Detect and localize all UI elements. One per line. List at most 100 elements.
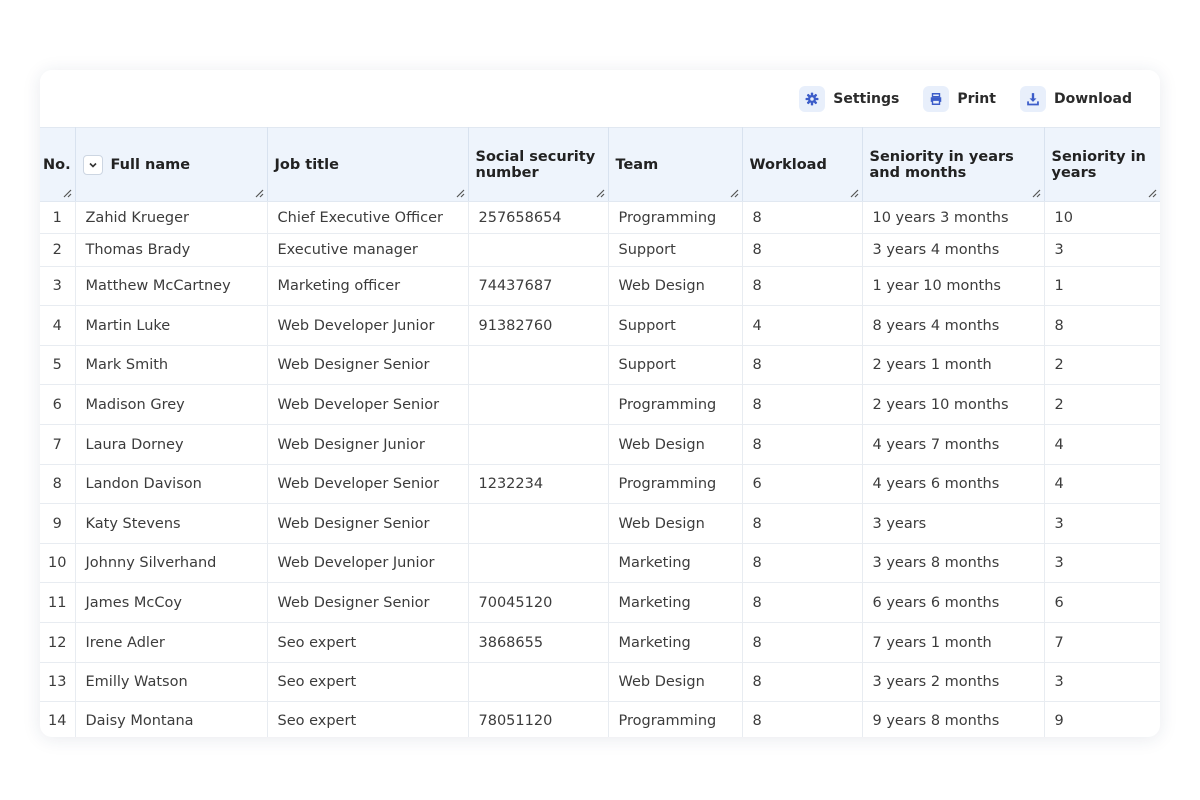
cell-seniority-years[interactable]: 10 — [1044, 201, 1160, 234]
cell-job-title[interactable]: Marketing officer — [267, 266, 469, 306]
cell-workload[interactable]: 8 — [742, 201, 863, 234]
cell-full-name[interactable]: Madison Grey — [75, 384, 268, 425]
table-row[interactable]: 2 Thomas Brady Executive manager Support 8 3 … — [40, 233, 1160, 267]
cell-job-title[interactable]: Web Designer Senior — [267, 503, 469, 544]
cell-seniority-years[interactable]: 2 — [1044, 345, 1160, 385]
cell-full-name[interactable]: Mark Smith — [75, 345, 268, 385]
cell-job-title[interactable]: Web Developer Junior — [267, 543, 469, 583]
cell-seniority-years[interactable]: 4 — [1044, 424, 1160, 465]
cell-team[interactable]: Programming — [608, 384, 743, 425]
column-header-seniority-years-months[interactable]: Seniority in years and months — [862, 127, 1045, 202]
cell-job-title[interactable]: Seo expert — [267, 701, 469, 737]
cell-number[interactable]: 3 — [40, 266, 76, 306]
cell-seniority-years[interactable]: 3 — [1044, 503, 1160, 544]
cell-full-name[interactable]: James McCoy — [75, 582, 268, 623]
cell-workload[interactable]: 8 — [742, 582, 863, 623]
settings-button[interactable]: Settings — [791, 84, 907, 114]
cell-job-title[interactable]: Web Designer Senior — [267, 345, 469, 385]
cell-full-name[interactable]: Irene Adler — [75, 622, 268, 663]
table-row[interactable]: 10 Johnny Silverhand Web Developer Junior M… — [40, 543, 1160, 583]
cell-team[interactable]: Support — [608, 233, 743, 267]
cell-number[interactable]: 14 — [40, 701, 76, 737]
cell-full-name[interactable]: Martin Luke — [75, 305, 268, 346]
resize-handle-icon[interactable] — [455, 188, 465, 198]
resize-handle-icon[interactable] — [729, 188, 739, 198]
resize-handle-icon[interactable] — [254, 188, 264, 198]
cell-number[interactable]: 13 — [40, 662, 76, 702]
table-row[interactable]: 7 Laura Dorney Web Designer Junior Web Desi… — [40, 424, 1160, 465]
column-header-number[interactable]: No. — [40, 127, 76, 202]
cell-seniority-years-months[interactable]: 4 years 6 months — [862, 464, 1045, 504]
cell-ssn[interactable] — [468, 384, 609, 425]
cell-workload[interactable]: 6 — [742, 464, 863, 504]
cell-team[interactable]: Web Design — [608, 424, 743, 465]
column-header-workload[interactable]: Workload — [742, 127, 863, 202]
print-button[interactable]: Print — [915, 84, 1004, 114]
download-button[interactable]: Download — [1012, 84, 1140, 114]
table-row[interactable]: 1 Zahid Krueger Chief Executive Officer 257… — [40, 201, 1160, 234]
cell-seniority-years[interactable]: 3 — [1044, 233, 1160, 267]
cell-full-name[interactable]: Zahid Krueger — [75, 201, 268, 234]
cell-number[interactable]: 10 — [40, 543, 76, 583]
cell-job-title[interactable]: Chief Executive Officer — [267, 201, 469, 234]
cell-seniority-years-months[interactable]: 9 years 8 months — [862, 701, 1045, 737]
cell-ssn[interactable] — [468, 233, 609, 267]
resize-handle-icon[interactable] — [595, 188, 605, 198]
cell-workload[interactable]: 4 — [742, 305, 863, 346]
table-row[interactable]: 9 Katy Stevens Web Designer Senior Web Desi… — [40, 503, 1160, 544]
cell-team[interactable]: Web Design — [608, 266, 743, 306]
cell-ssn[interactable]: 74437687 — [468, 266, 609, 306]
cell-job-title[interactable]: Seo expert — [267, 622, 469, 663]
cell-seniority-years[interactable]: 8 — [1044, 305, 1160, 346]
cell-workload[interactable]: 8 — [742, 345, 863, 385]
cell-number[interactable]: 9 — [40, 503, 76, 544]
cell-seniority-years[interactable]: 3 — [1044, 543, 1160, 583]
cell-team[interactable]: Marketing — [608, 622, 743, 663]
cell-team[interactable]: Marketing — [608, 543, 743, 583]
cell-seniority-years-months[interactable]: 3 years 4 months — [862, 233, 1045, 267]
cell-seniority-years[interactable]: 7 — [1044, 622, 1160, 663]
cell-seniority-years[interactable]: 3 — [1044, 662, 1160, 702]
cell-job-title[interactable]: Seo expert — [267, 662, 469, 702]
cell-seniority-years-months[interactable]: 2 years 10 months — [862, 384, 1045, 425]
table-row[interactable]: 5 Mark Smith Web Designer Senior Support 8 2 … — [40, 345, 1160, 385]
cell-job-title[interactable]: Web Developer Junior — [267, 305, 469, 346]
cell-seniority-years-months[interactable]: 3 years — [862, 503, 1045, 544]
cell-full-name[interactable]: Laura Dorney — [75, 424, 268, 465]
column-header-seniority-years[interactable]: Seniority in years — [1044, 127, 1160, 202]
cell-ssn[interactable] — [468, 345, 609, 385]
cell-ssn[interactable] — [468, 662, 609, 702]
cell-full-name[interactable]: Thomas Brady — [75, 233, 268, 267]
cell-number[interactable]: 8 — [40, 464, 76, 504]
table-row[interactable]: 12 Irene Adler Seo expert 3868655 Marketing 8… — [40, 622, 1160, 663]
table-row[interactable]: 14 Daisy Montana Seo expert 78051120 Program… — [40, 701, 1160, 737]
table-row[interactable]: 13 Emilly Watson Seo expert Web Design 8 3 ye… — [40, 662, 1160, 702]
cell-seniority-years[interactable]: 9 — [1044, 701, 1160, 737]
resize-handle-icon[interactable] — [1147, 188, 1157, 198]
cell-full-name[interactable]: Matthew McCartney — [75, 266, 268, 306]
cell-seniority-years-months[interactable]: 2 years 1 month — [862, 345, 1045, 385]
cell-number[interactable]: 11 — [40, 582, 76, 623]
cell-seniority-years-months[interactable]: 7 years 1 month — [862, 622, 1045, 663]
cell-ssn[interactable] — [468, 543, 609, 583]
cell-job-title[interactable]: Web Designer Senior — [267, 582, 469, 623]
cell-team[interactable]: Programming — [608, 464, 743, 504]
cell-number[interactable]: 1 — [40, 201, 76, 234]
cell-team[interactable]: Programming — [608, 201, 743, 234]
cell-workload[interactable]: 8 — [742, 701, 863, 737]
cell-seniority-years[interactable]: 4 — [1044, 464, 1160, 504]
cell-seniority-years-months[interactable]: 6 years 6 months — [862, 582, 1045, 623]
cell-ssn[interactable]: 257658654 — [468, 201, 609, 234]
cell-seniority-years[interactable]: 2 — [1044, 384, 1160, 425]
cell-seniority-years-months[interactable]: 1 year 10 months — [862, 266, 1045, 306]
cell-number[interactable]: 4 — [40, 305, 76, 346]
cell-ssn[interactable]: 1232234 — [468, 464, 609, 504]
cell-number[interactable]: 7 — [40, 424, 76, 465]
resize-handle-icon[interactable] — [62, 188, 72, 198]
cell-team[interactable]: Programming — [608, 701, 743, 737]
column-header-team[interactable]: Team — [608, 127, 743, 202]
cell-full-name[interactable]: Daisy Montana — [75, 701, 268, 737]
cell-number[interactable]: 2 — [40, 233, 76, 267]
cell-full-name[interactable]: Emilly Watson — [75, 662, 268, 702]
cell-seniority-years-months[interactable]: 3 years 2 months — [862, 662, 1045, 702]
